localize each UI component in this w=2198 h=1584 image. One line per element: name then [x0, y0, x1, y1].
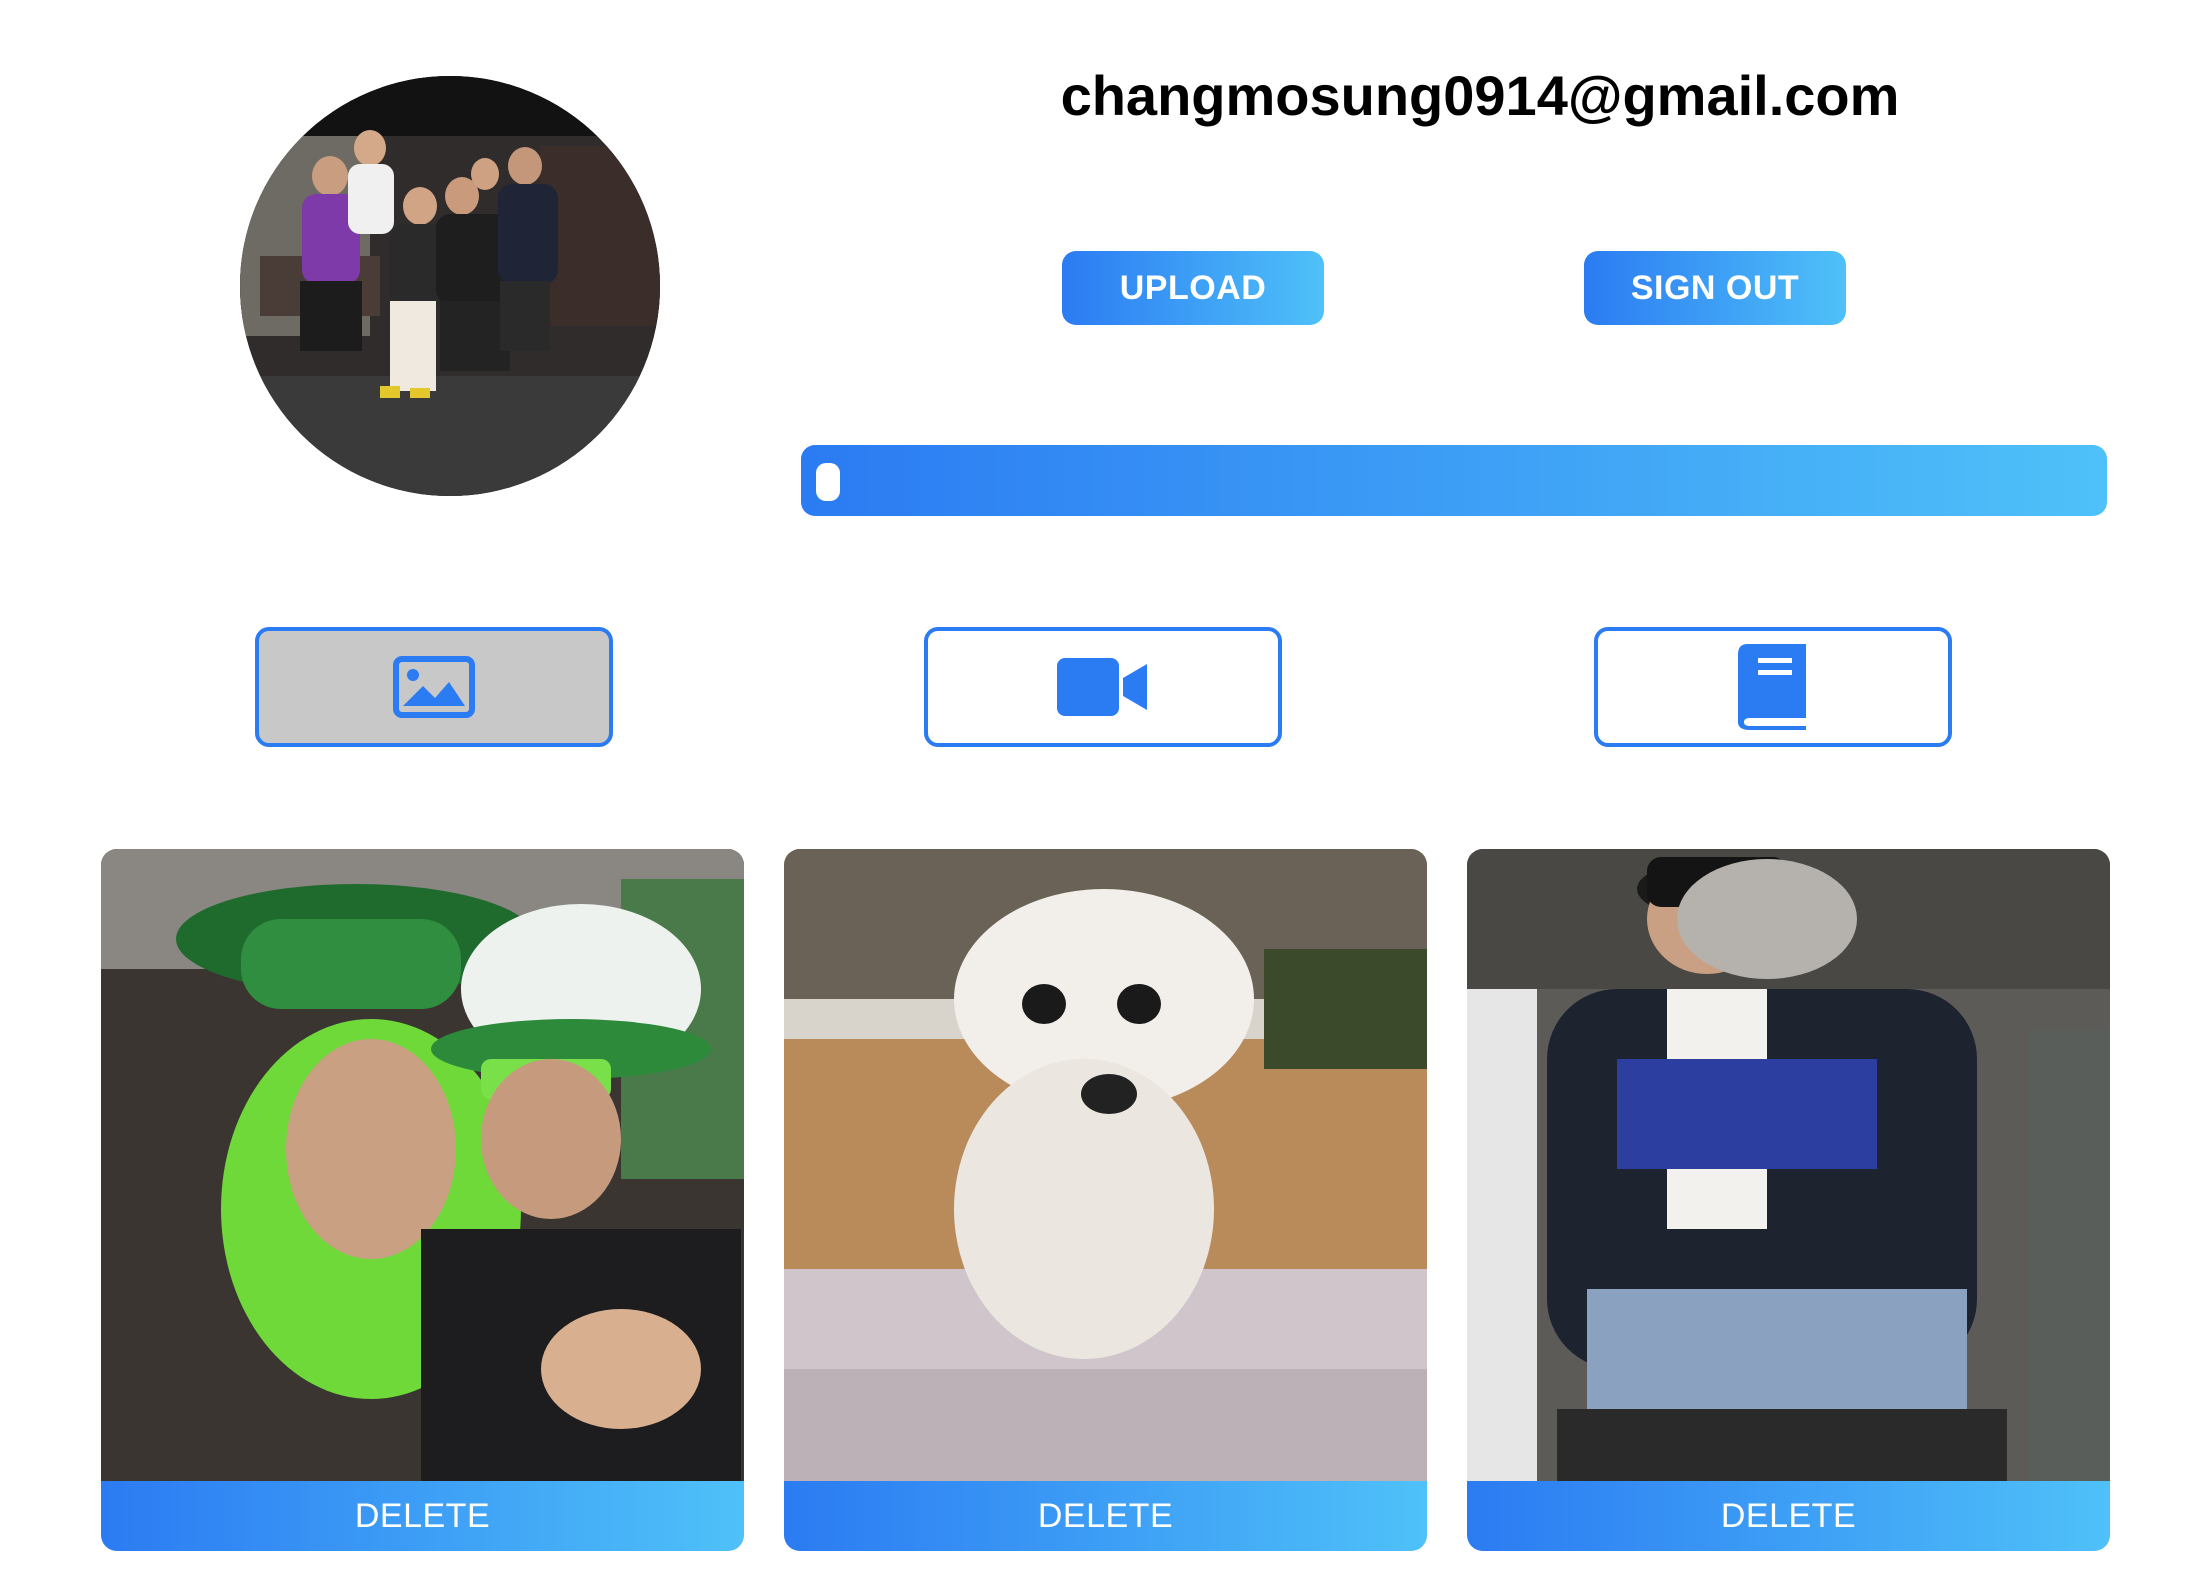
gallery-photo[interactable]: [101, 849, 744, 1481]
tab-image[interactable]: [255, 627, 613, 747]
sign-out-button[interactable]: SIGN OUT: [1584, 251, 1846, 325]
tab-video[interactable]: [924, 627, 1282, 747]
book-icon: [1738, 644, 1806, 730]
gallery-photo[interactable]: [1467, 849, 2110, 1481]
upload-button[interactable]: UPLOAD: [1062, 251, 1324, 325]
user-email: changmosung0914@gmail.com: [1060, 64, 1900, 127]
avatar: [240, 76, 660, 496]
gallery-card: DELETE: [1467, 849, 2110, 1551]
delete-button[interactable]: DELETE: [784, 1481, 1427, 1551]
delete-button[interactable]: DELETE: [101, 1481, 744, 1551]
gallery-photo[interactable]: [784, 849, 1427, 1481]
image-icon: [393, 656, 475, 718]
delete-button[interactable]: DELETE: [1467, 1481, 2110, 1551]
gallery-card: DELETE: [784, 849, 1427, 1551]
upload-progress-knob: [816, 463, 840, 501]
tab-book[interactable]: [1594, 627, 1952, 747]
avatar-photo: [240, 76, 660, 496]
upload-progress-bar: [801, 445, 2107, 516]
gallery-card: DELETE: [101, 849, 744, 1551]
video-camera-icon: [1057, 658, 1147, 716]
